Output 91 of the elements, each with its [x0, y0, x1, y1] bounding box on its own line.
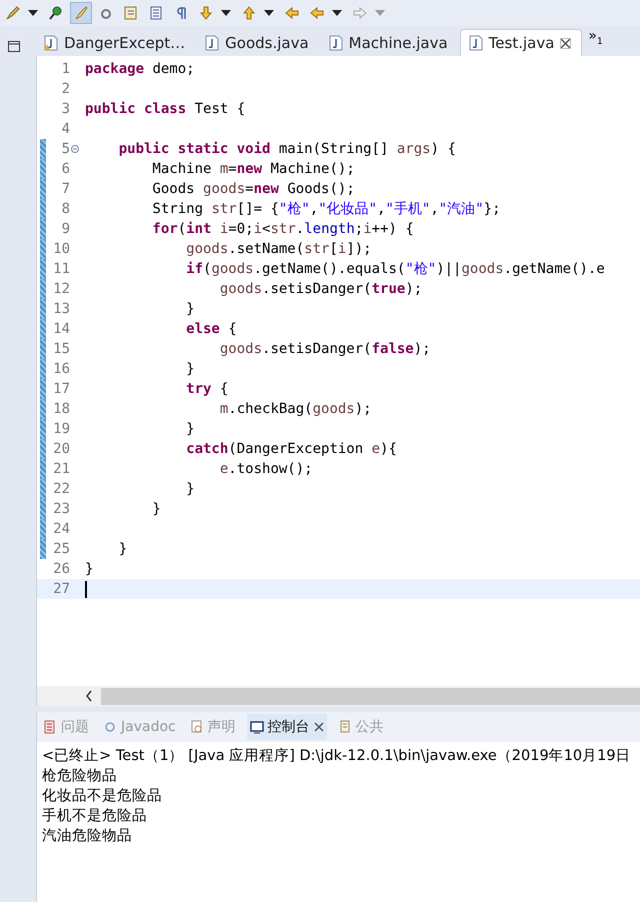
line-number: 12 — [52, 281, 70, 297]
code-line: } — [185, 421, 195, 437]
code-line: try { — [185, 381, 228, 397]
code-line: String str[]= {"枪","化妆品","手机","汽油"}; — [151, 200, 500, 218]
code-line: } — [118, 541, 128, 557]
line-number: 16 — [52, 361, 70, 377]
code-line: m.checkBag(goods); — [218, 401, 372, 417]
line-number: 8 — [60, 201, 70, 217]
restore-icon[interactable] — [8, 41, 20, 52]
line-number: 20 — [52, 441, 70, 457]
line-number: 25 — [52, 541, 70, 557]
line-number: 27 — [52, 581, 70, 597]
java-file-icon — [468, 35, 483, 51]
line-number: 26 — [52, 561, 70, 577]
monitor-icon — [250, 720, 264, 734]
editor-tab[interactable]: DangerExcept… — [36, 30, 196, 56]
line-number: 10 — [52, 241, 70, 257]
code-line: catch(DangerException e){ — [185, 441, 397, 457]
code-line: Machine m=new Machine(); — [151, 161, 355, 177]
pen-icon — [5, 5, 21, 21]
line-number: 2 — [60, 81, 70, 97]
line-number: 22 — [52, 481, 70, 497]
horizontal-scrollbar[interactable] — [101, 688, 640, 704]
line-number: 19 — [52, 421, 70, 437]
tab-overflow-button[interactable]: »$_{1}$ — [584, 28, 607, 54]
line-number: 23 — [52, 501, 70, 517]
line-number: 15 — [52, 341, 70, 357]
document-icon — [190, 720, 204, 734]
text-cursor — [85, 580, 87, 598]
line-number: 9 — [60, 221, 70, 237]
brush-icon — [73, 5, 89, 21]
forward-icon — [352, 5, 368, 21]
code-line: public static void main(String[] args) { — [118, 141, 456, 157]
code-line: package demo; — [85, 61, 195, 77]
line-number: 17 — [52, 381, 70, 397]
code-line: else { — [185, 321, 237, 337]
back-icon — [309, 5, 325, 21]
code-line: e.toshow(); — [218, 461, 313, 477]
fold-icon[interactable] — [71, 145, 79, 153]
clipboard-icon — [338, 720, 352, 734]
code-line: if(goods.getName().equals("枪")||goods.getName().e — [185, 260, 605, 278]
java-file-icon — [328, 35, 343, 51]
dropdown-caret-icon[interactable] — [28, 10, 38, 16]
editor-tab[interactable]: Goods.java — [197, 30, 319, 56]
code-line: } — [151, 501, 161, 517]
line-number: 7 — [60, 181, 70, 197]
line-number: 6 — [60, 161, 70, 177]
code-line: } — [185, 481, 195, 497]
java-file-icon — [44, 35, 58, 51]
code-line: public class Test { — [85, 101, 246, 117]
code-line: } — [185, 361, 195, 377]
console-header: <已终止> Test（1） [Java 应用程序] D:\jdk-12.0.1\bin\javaw.exe（2019年10月19日 — [42, 746, 632, 766]
code-line: goods.setisDanger(false); — [218, 341, 431, 357]
panel-tab[interactable]: 控制台 — [246, 714, 327, 740]
java-file-icon — [205, 35, 220, 51]
doc-icon — [123, 5, 139, 21]
code-line: } — [185, 301, 195, 317]
line-number: 24 — [52, 521, 70, 537]
dropdown-caret-icon[interactable] — [332, 10, 342, 16]
list-icon — [43, 720, 57, 734]
code-line: goods.setisDanger(true); — [218, 281, 422, 297]
line-number: 3 — [60, 101, 70, 117]
down-icon — [198, 5, 214, 21]
dropdown-caret-icon[interactable] — [264, 10, 274, 16]
console-line: 化妆品不是危险品 — [42, 787, 163, 806]
code-line: } — [85, 561, 94, 577]
line-number: 4 — [60, 121, 70, 137]
code-editor[interactable] — [36, 56, 640, 706]
editor-tab[interactable]: Test.java — [460, 29, 582, 56]
editor-tab[interactable]: Machine.java — [320, 30, 458, 56]
back-star-icon — [284, 5, 300, 21]
close-icon[interactable] — [560, 38, 572, 48]
search-icon — [48, 5, 64, 21]
line-number: 13 — [52, 301, 70, 317]
line-number: 1 — [60, 61, 70, 77]
console-line: 汽油危险物品 — [42, 827, 133, 846]
line-number: 5 — [60, 141, 70, 157]
page-icon — [148, 5, 164, 21]
line-number: 21 — [52, 461, 70, 477]
scroll-left-icon[interactable] — [85, 690, 93, 702]
code-line: goods.setName(str[i]); — [185, 241, 372, 257]
line-number: 14 — [52, 321, 70, 337]
console-line: 手机不是危险品 — [42, 806, 148, 826]
code-line: Goods goods=new Goods(); — [151, 181, 355, 197]
close-icon[interactable] — [314, 722, 324, 732]
console-line: 枪危险物品 — [42, 767, 118, 786]
line-number: 18 — [52, 401, 70, 417]
up-icon — [241, 5, 257, 21]
code-line: for(int i=0;i<str.length;i++) { — [151, 221, 414, 237]
dropdown-caret-icon[interactable] — [221, 10, 231, 16]
line-number: 11 — [52, 261, 70, 277]
